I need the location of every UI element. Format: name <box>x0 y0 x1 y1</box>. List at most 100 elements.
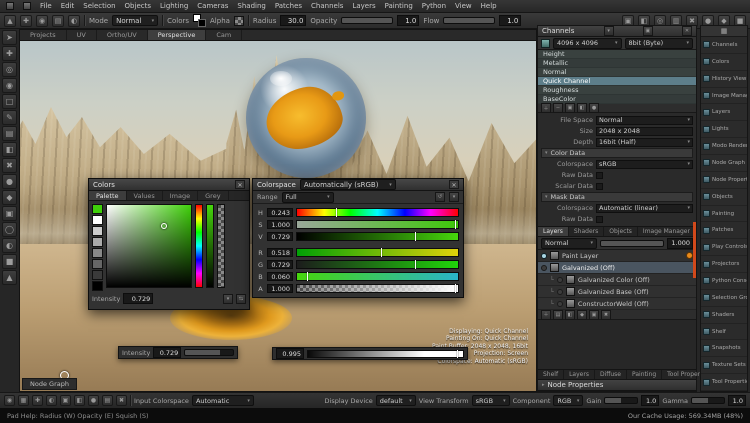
visibility-icon[interactable] <box>557 301 563 307</box>
pick-color-icon[interactable]: ▾ <box>223 294 233 304</box>
value-strip[interactable] <box>206 204 214 288</box>
gain-value-field[interactable]: 1.0 <box>641 395 659 406</box>
value-field[interactable]: 0.995 <box>276 348 304 359</box>
value-slider[interactable] <box>296 232 459 241</box>
tab-projects[interactable]: Projects <box>20 30 67 40</box>
swap-colors-icon[interactable]: ⇆ <box>236 294 246 304</box>
gradient-tool-button[interactable]: ◆ <box>2 190 17 205</box>
alpha-strip[interactable] <box>217 204 225 288</box>
foreground-background-swatches[interactable] <box>193 14 206 27</box>
channels-panel-header[interactable]: Channels ▾ ▣ ✕ <box>538 26 696 37</box>
b-value-field[interactable]: 0.060 <box>267 272 293 281</box>
collapse-icon[interactable]: ▾ <box>604 26 614 36</box>
alpha-swatch[interactable] <box>234 16 244 26</box>
layer-row-galvanized-color[interactable]: └ Galvanized Color (Off) <box>538 274 696 286</box>
palette-item-projectors[interactable]: Projectors <box>701 256 747 273</box>
transform-tool-icon[interactable]: ▲ <box>4 15 16 27</box>
tab-image-manager[interactable]: Image Manager <box>638 227 696 236</box>
merge-layers-icon[interactable]: ◆ <box>577 310 587 320</box>
green-slider[interactable] <box>296 260 459 269</box>
raw-data-checkbox[interactable] <box>596 172 603 179</box>
saturation-value-picker[interactable] <box>106 204 192 288</box>
add-mask-icon[interactable]: ◧ <box>565 310 575 320</box>
menu-item-edit[interactable]: Edit <box>61 2 75 10</box>
remove-channel-icon[interactable]: − <box>553 103 563 113</box>
layer-row-galvanized-base[interactable]: └ Galvanized Base (Off) <box>538 286 696 298</box>
palette-item-node-graph[interactable]: Node Graph <box>701 155 747 172</box>
menu-item-help[interactable]: Help <box>481 2 497 10</box>
close-icon[interactable]: ✕ <box>449 180 459 189</box>
display-device-select[interactable]: default▾ <box>376 395 416 406</box>
input-colorspace-select[interactable]: Automatic▾ <box>192 395 254 406</box>
add-tool-icon[interactable]: ✚ <box>20 15 32 27</box>
visibility-icon[interactable] <box>557 289 563 295</box>
palette-item-play-controls[interactable]: Play Controls <box>701 239 747 256</box>
range-select[interactable]: Full▾ <box>282 192 334 203</box>
close-icon[interactable]: ✕ <box>682 26 692 36</box>
menu-item-patches[interactable]: Patches <box>275 2 302 10</box>
palette-item-tool-properties[interactable]: Tool Properties <box>701 374 747 391</box>
alpha-slider[interactable] <box>296 284 459 293</box>
tab-grey[interactable]: Grey <box>198 191 228 200</box>
blue-slider[interactable] <box>296 272 459 281</box>
duplicate-layer-icon[interactable]: ▣ <box>589 310 599 320</box>
visibility-icon[interactable] <box>541 265 547 271</box>
add-layer-icon[interactable]: ＋ <box>541 310 551 320</box>
target-tool-icon[interactable]: ◉ <box>36 15 48 27</box>
move-tool-button[interactable]: ✚ <box>2 46 17 61</box>
menu-item-view[interactable]: View <box>455 2 472 10</box>
layer-opacity-slider[interactable] <box>600 240 664 247</box>
channel-row[interactable]: Roughness <box>538 86 696 95</box>
channel-row-selected[interactable]: Quick Channel <box>538 77 696 86</box>
channel-row[interactable]: Metallic <box>538 59 696 68</box>
flow-value-field[interactable]: 1.0 <box>499 15 521 26</box>
menu-item-python[interactable]: Python <box>422 2 446 10</box>
file-space-select[interactable]: Normal▾ <box>596 116 693 125</box>
fill-tool-button[interactable]: ▣ <box>2 206 17 221</box>
add-view-icon[interactable]: ✚ <box>32 395 43 406</box>
channel-color-swatch[interactable] <box>541 39 550 48</box>
channel-size-select[interactable]: 4096 x 4096▾ <box>553 38 622 49</box>
rotate-tool-button[interactable]: ◎ <box>2 62 17 77</box>
slerp-tool-button[interactable]: ■ <box>2 254 17 269</box>
opacity-value-field[interactable]: 1.0 <box>397 15 419 26</box>
palette-item-layers[interactable]: Layers <box>701 104 747 121</box>
opacity-slider[interactable] <box>341 17 393 24</box>
warp-tool-button[interactable]: ▲ <box>2 270 17 285</box>
layer-row-constructorweld[interactable]: └ ConstructorWeld (Off) <box>538 298 696 310</box>
palette-item-lights[interactable]: Lights <box>701 121 747 138</box>
palette-item-python-console[interactable]: Python Console <box>701 273 747 290</box>
menu-item-painting[interactable]: Painting <box>385 2 413 10</box>
colors-dialog-titlebar[interactable]: Colors ✕ <box>89 179 249 191</box>
split-view-icon[interactable]: ◧ <box>74 395 85 406</box>
tab-cam[interactable]: Cam <box>206 30 242 40</box>
color-colorspace-select[interactable]: sRGB▾ <box>596 160 693 169</box>
palette-item-painting[interactable]: Painting <box>701 206 747 223</box>
menu-item-selection[interactable]: Selection <box>83 2 115 10</box>
share-channel-icon[interactable]: ◧ <box>577 103 587 113</box>
menu-item-objects[interactable]: Objects <box>125 2 151 10</box>
tab-image[interactable]: Image <box>163 191 198 200</box>
intensity-field[interactable]: 0.729 <box>123 293 153 304</box>
r-value-field[interactable]: 0.518 <box>267 248 293 257</box>
lighting-icon[interactable]: ● <box>88 395 99 406</box>
palette-item-image-manager[interactable]: Image Manager <box>701 88 747 105</box>
wireframe-icon[interactable]: ▦ <box>18 395 29 406</box>
menu-item-file[interactable]: File <box>40 2 52 10</box>
close-icon[interactable]: ✕ <box>235 180 245 189</box>
smudge-tool-button[interactable]: ◯ <box>2 222 17 237</box>
glass-sphere-object[interactable] <box>246 58 366 178</box>
layer-row-galvanized[interactable]: Galvanized (Off) <box>538 262 696 274</box>
tab-shaders[interactable]: Shaders <box>569 227 604 236</box>
depth-select[interactable]: 16bit (Half)▾ <box>596 138 693 147</box>
tab-shelf[interactable]: Shelf <box>538 370 564 379</box>
value-gradient-slider[interactable] <box>307 350 464 358</box>
tab-layers-dock[interactable]: Layers <box>564 370 595 379</box>
mask-tool-icon[interactable]: ◐ <box>68 15 80 27</box>
saturation-slider[interactable] <box>296 220 459 229</box>
gamma-value-field[interactable]: 1.0 <box>728 395 746 406</box>
layer-opacity-field[interactable]: 1.000 <box>667 238 693 249</box>
palette-item-node-properties[interactable]: Node Properties <box>701 172 747 189</box>
delete-layer-icon[interactable]: ✖ <box>601 310 611 320</box>
gain-slider[interactable] <box>604 397 638 404</box>
